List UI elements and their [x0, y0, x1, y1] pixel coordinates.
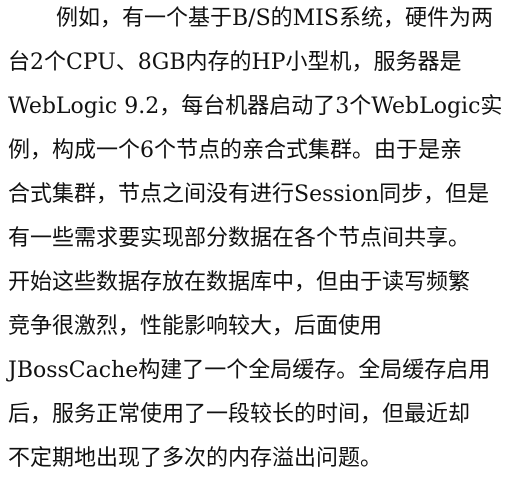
text-line-2: 台2个CPU、8GB内存的HP小型机，服务器是	[8, 50, 462, 75]
text-line-10: 后，服务正常使用了一段较长的时间，但最近却	[8, 402, 471, 427]
text-line-6: 有一些需求要实现部分数据在各个节点间共享。	[8, 226, 471, 251]
text-line-4: 例，构成一个6个节点的亲合式集群。由于是亲	[8, 138, 462, 163]
text-line-8: 竞争很激烈，性能影响较大，后面使用	[8, 314, 383, 339]
document-page: 例如，有一个基于B/S的MIS系统，硬件为两 台2个CPU、8GB内存的HP小型…	[0, 0, 508, 494]
text-line-1: 例如，有一个基于B/S的MIS系统，硬件为两	[56, 6, 493, 31]
text-line-7: 开始这些数据存放在数据库中，但由于读写频繁	[8, 270, 471, 295]
text-line-11: 不定期地出现了多次的内存溢出问题。	[8, 446, 383, 471]
text-line-9: JBossCache构建了一个全局缓存。全局缓存启用	[8, 358, 491, 383]
text-line-5: 合式集群，节点之间没有进行Session同步，但是	[8, 182, 490, 207]
text-line-3: WebLogic 9.2，每台机器启动了3个WebLogic实	[8, 94, 503, 119]
